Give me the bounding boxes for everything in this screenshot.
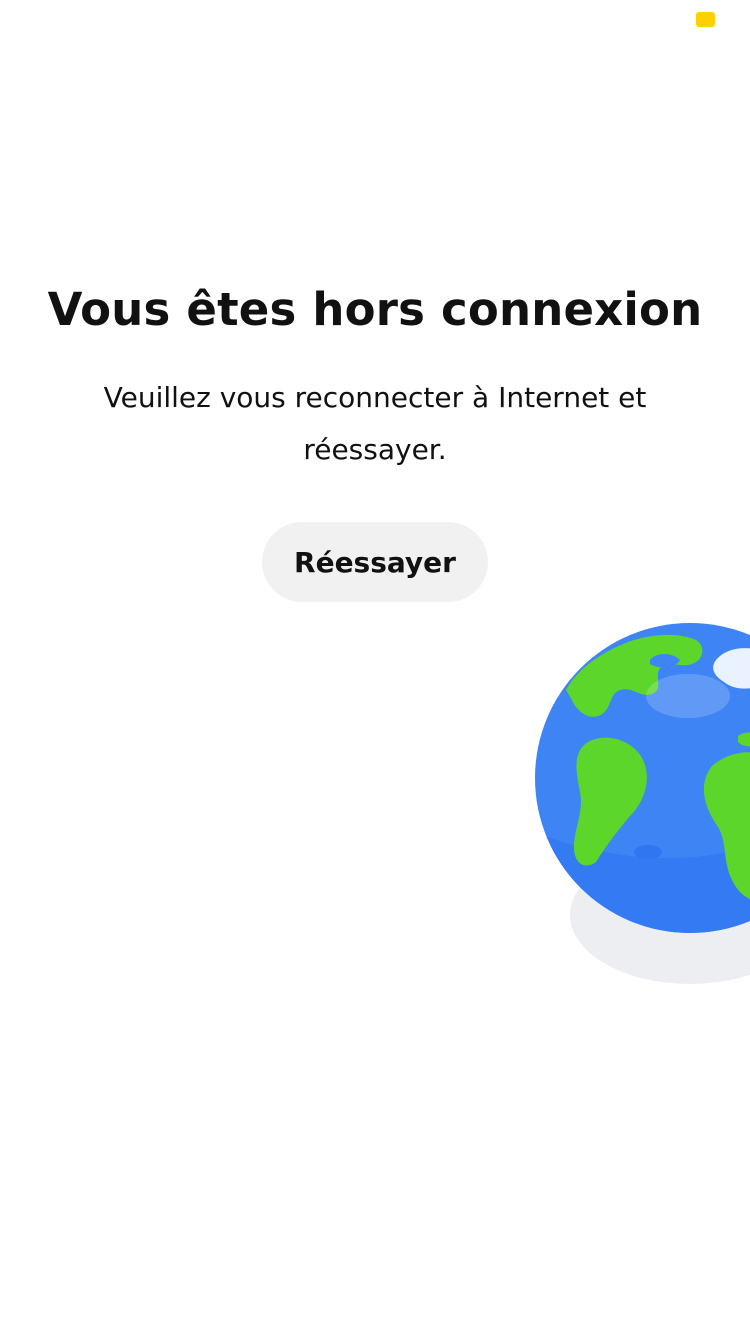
offline-screen: Vous êtes hors connexion Veuillez vous r… — [0, 0, 750, 1334]
globe-lake — [634, 845, 662, 859]
status-indicator-icon — [696, 12, 715, 27]
globe-highlight — [646, 674, 730, 718]
globe-icon — [535, 623, 750, 984]
offline-message: Veuillez vous reconnecter à Internet et … — [103, 381, 647, 466]
retry-button[interactable]: Réessayer — [262, 522, 488, 602]
page-title: Vous êtes hors connexion — [47, 283, 703, 336]
